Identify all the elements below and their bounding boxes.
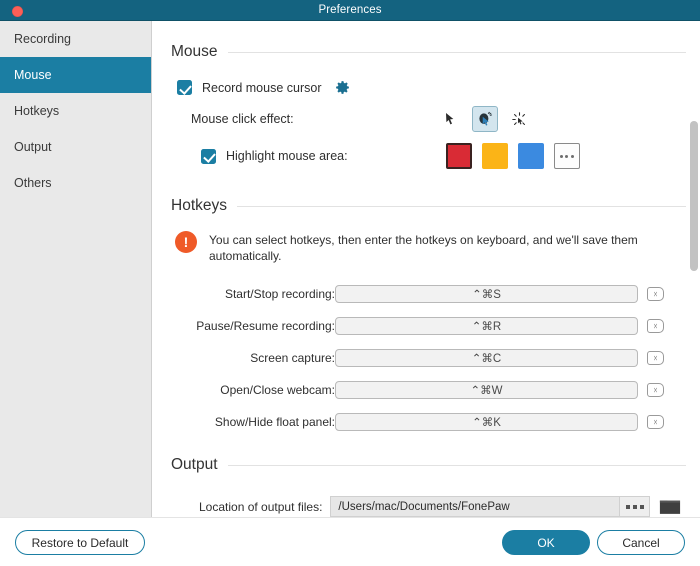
record-mouse-cursor-label: Record mouse cursor	[202, 80, 322, 95]
hotkey-input[interactable]: ⌃⌘C	[335, 349, 638, 368]
record-mouse-cursor-row: Record mouse cursor	[177, 79, 700, 96]
clear-hotkey-icon[interactable]: ☓	[647, 415, 664, 430]
close-icon[interactable]	[12, 6, 23, 17]
folder-icon[interactable]	[659, 497, 681, 516]
hotkey-label: Show/Hide float panel:	[214, 415, 335, 430]
highlight-mouse-area-row: Highlight mouse area:	[201, 143, 700, 169]
content-scrollbar[interactable]	[690, 121, 698, 271]
section-title: Mouse	[171, 43, 218, 60]
output-location-row: Location of output files: /Users/mac/Doc…	[199, 496, 700, 517]
sidebar-item-label: Hotkeys	[14, 104, 60, 118]
header-divider	[227, 51, 686, 53]
ok-button[interactable]: OK	[502, 530, 590, 555]
hotkeys-notice-text: You can select hotkeys, then enter the h…	[209, 233, 638, 264]
color-swatch-red[interactable]	[445, 143, 472, 169]
clear-hotkey-icon[interactable]: ☓	[647, 351, 664, 366]
window-titlebar: Preferences	[0, 0, 700, 21]
hotkey-label: Start/Stop recording:	[224, 287, 335, 302]
hotkey-label: Screen capture:	[250, 351, 335, 366]
sidebar-item-label: Others	[14, 176, 52, 190]
click-effect-options	[437, 106, 533, 132]
highlight-color-options	[445, 143, 580, 169]
cancel-button[interactable]: Cancel	[597, 530, 685, 555]
sidebar-item-output[interactable]: Output	[0, 129, 151, 165]
gear-icon[interactable]	[334, 79, 351, 96]
section-title: Output	[171, 456, 218, 474]
hotkey-label: Pause/Resume recording:	[196, 319, 335, 334]
clear-hotkey-icon[interactable]: ☓	[647, 319, 664, 334]
output-location-input[interactable]: /Users/mac/Documents/FonePaw	[330, 496, 621, 517]
hotkey-input[interactable]: ⌃⌘S	[335, 285, 638, 304]
hotkey-row-webcam: Open/Close webcam: ⌃⌘W ☓	[153, 378, 700, 402]
hotkey-row-pause-resume: Pause/Resume recording: ⌃⌘R ☓	[153, 314, 700, 338]
hotkey-row-float-panel: Show/Hide float panel: ⌃⌘K ☓	[153, 410, 700, 434]
settings-content-pane: Mouse Record mouse cursor Mouse click ef…	[153, 21, 700, 517]
hotkey-label: Open/Close webcam:	[220, 383, 335, 398]
sidebar-item-label: Output	[14, 140, 52, 154]
cursor-with-click-ring-icon[interactable]	[471, 106, 498, 132]
hotkey-input[interactable]: ⌃⌘R	[335, 317, 638, 336]
plain-cursor-icon[interactable]	[437, 106, 463, 132]
color-swatch-yellow[interactable]	[481, 143, 508, 169]
dialog-footer: Restore to Default OK Cancel	[0, 517, 700, 566]
hotkey-input[interactable]: ⌃⌘K	[335, 413, 638, 432]
highlight-mouse-area-label: Highlight mouse area:	[226, 149, 348, 163]
clear-hotkey-icon[interactable]: ☓	[647, 383, 664, 398]
preferences-window: Preferences Recording Mouse Hotkeys Outp…	[0, 0, 700, 566]
hotkeys-section-header: Hotkeys	[171, 197, 686, 215]
hotkey-row-screen-capture: Screen capture: ⌃⌘C ☓	[153, 346, 700, 370]
warning-icon: !	[175, 231, 197, 253]
section-title: Hotkeys	[171, 197, 227, 214]
output-location-label: Location of output files:	[199, 499, 323, 514]
sidebar-item-label: Recording	[14, 32, 71, 46]
mouse-click-effect-label: Mouse click effect:	[191, 112, 294, 126]
hotkey-row-start-stop: Start/Stop recording: ⌃⌘S ☓	[153, 282, 700, 306]
output-ellipsis-button[interactable]	[620, 496, 651, 517]
click-burst-icon[interactable]	[507, 106, 533, 132]
sidebar: Recording Mouse Hotkeys Output Others	[0, 21, 152, 517]
more-colors-button[interactable]	[553, 143, 580, 169]
hotkeys-list: Start/Stop recording: ⌃⌘S ☓ Pause/Resume…	[153, 282, 700, 434]
hotkey-input[interactable]: ⌃⌘W	[335, 381, 638, 400]
output-section-header: Output	[171, 456, 686, 474]
mouse-click-effect-row: Mouse click effect:	[191, 106, 700, 132]
restore-to-default-button[interactable]: Restore to Default	[15, 530, 145, 555]
record-mouse-cursor-checkbox[interactable]	[177, 80, 192, 95]
sidebar-item-mouse[interactable]: Mouse	[0, 57, 151, 93]
header-divider	[227, 464, 686, 466]
clear-hotkey-icon[interactable]: ☓	[647, 287, 664, 302]
highlight-mouse-area-checkbox[interactable]	[201, 148, 216, 164]
header-divider	[237, 205, 686, 207]
mouse-section-header: Mouse	[171, 43, 686, 61]
sidebar-item-others[interactable]: Others	[0, 165, 151, 201]
hotkeys-notice: ! You can select hotkeys, then enter the…	[153, 231, 700, 264]
color-swatch-blue[interactable]	[517, 143, 544, 169]
sidebar-item-hotkeys[interactable]: Hotkeys	[0, 93, 151, 129]
window-title: Preferences	[318, 4, 382, 16]
sidebar-item-recording[interactable]: Recording	[0, 21, 151, 57]
sidebar-item-label: Mouse	[14, 68, 52, 82]
